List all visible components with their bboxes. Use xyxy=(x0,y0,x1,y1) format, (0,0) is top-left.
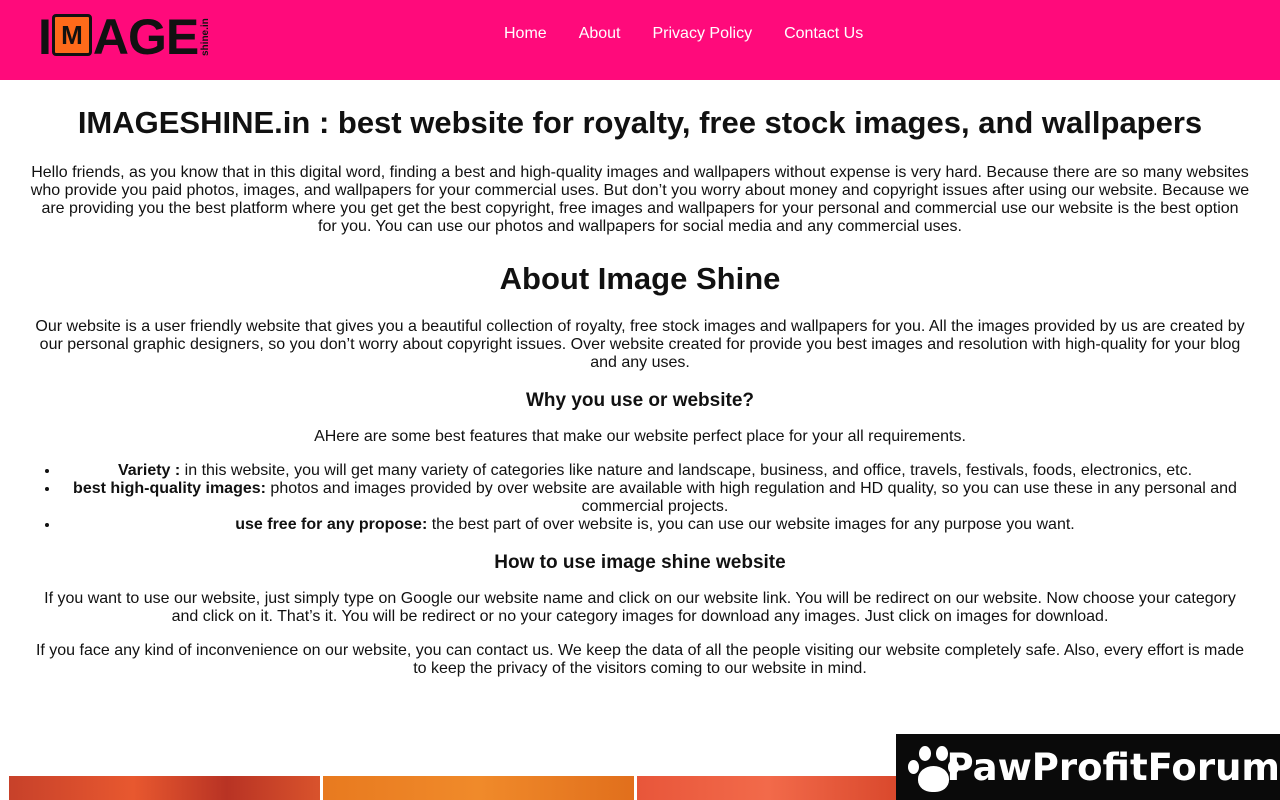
list-item: Variety : in this website, you will get … xyxy=(60,462,1250,480)
site-logo[interactable]: I M AGE shine.in xyxy=(38,9,212,65)
logo-letter-i: I xyxy=(38,9,52,65)
feature-text: the best part of over website is, you ca… xyxy=(427,516,1075,533)
logo-mark-icon: M xyxy=(51,14,92,56)
feature-text: photos and images provided by over websi… xyxy=(265,480,1237,515)
page-title: IMAGESHINE.in : best website for royalty… xyxy=(77,105,1203,140)
pawprofitforum-badge[interactable]: PawProfitForum xyxy=(896,734,1280,800)
privacy-paragraph: If you face any kind of inconvenience on… xyxy=(35,642,1245,677)
feature-label: best high-quality images: xyxy=(73,480,266,497)
howto-heading: How to use image shine website xyxy=(494,552,786,573)
image-gallery xyxy=(9,776,899,800)
list-item: best high-quality images: photos and ima… xyxy=(60,480,1250,516)
main-nav: Home About Privacy Policy Contact Us xyxy=(488,22,879,46)
nav-contact-us[interactable]: Contact Us xyxy=(768,22,879,46)
gallery-thumbnail[interactable] xyxy=(9,776,320,800)
paw-icon xyxy=(904,738,959,796)
logo-letters-age: AGE xyxy=(92,9,199,65)
features-list: Variety : in this website, you will get … xyxy=(30,462,1250,534)
main-content: IMAGESHINE.in : best website for royalty… xyxy=(30,100,1250,694)
feature-text: in this website, you will get many varie… xyxy=(180,462,1193,479)
logo-domain: shine.in xyxy=(200,18,212,56)
intro-paragraph: Hello friends, as you know that in this … xyxy=(30,164,1250,235)
site-header: I M AGE shine.in Home About Privacy Poli… xyxy=(0,0,1280,80)
gallery-thumbnail[interactable] xyxy=(637,776,899,800)
feature-label: use free for any propose: xyxy=(235,516,428,533)
why-intro: AHere are some best features that make o… xyxy=(314,428,966,445)
list-item: use free for any propose: the best part … xyxy=(60,516,1250,534)
howto-paragraph: If you want to use our website, just sim… xyxy=(44,590,1236,625)
gallery-thumbnail[interactable] xyxy=(323,776,634,800)
about-heading: About Image Shine xyxy=(499,261,781,296)
nav-home[interactable]: Home xyxy=(488,22,563,46)
feature-label: Variety : xyxy=(117,462,181,479)
why-heading: Why you use or website? xyxy=(525,390,755,411)
about-paragraph: Our website is a user friendly website t… xyxy=(35,318,1245,371)
nav-about[interactable]: About xyxy=(563,22,637,46)
badge-text: PawProfitForum xyxy=(946,745,1280,789)
nav-privacy-policy[interactable]: Privacy Policy xyxy=(637,22,769,46)
